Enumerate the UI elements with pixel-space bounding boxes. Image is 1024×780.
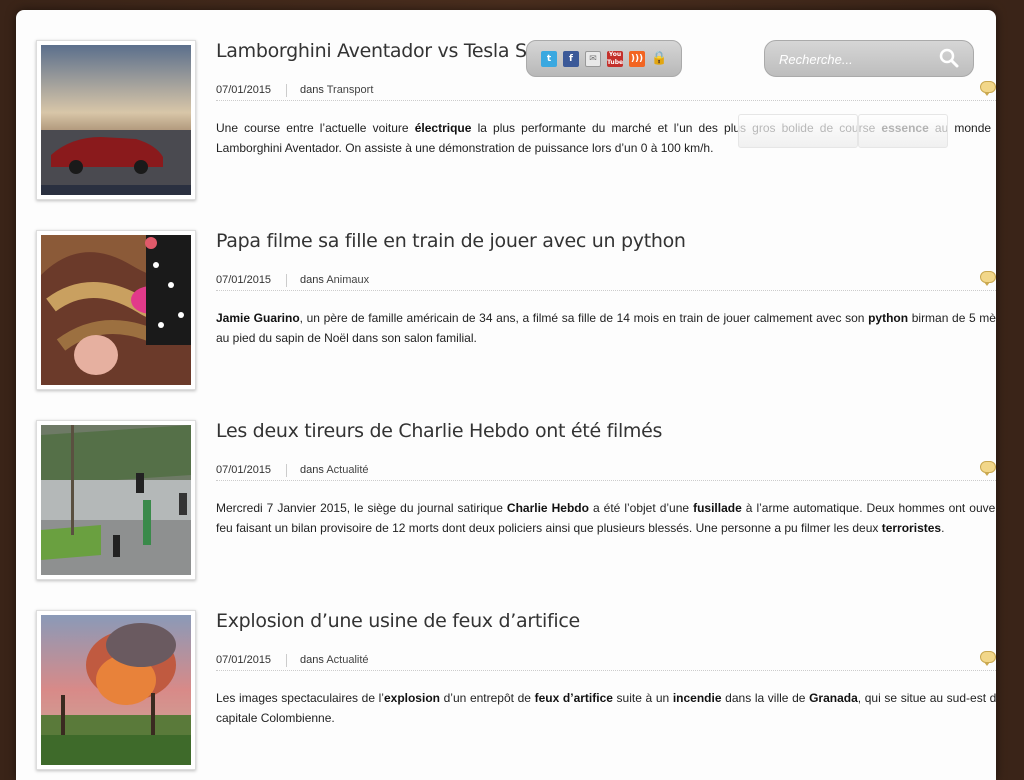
excerpt-text: Mercredi 7 Janvier 2015, le siège du jou… [216,501,507,515]
post-date: 07/01/2015 [216,464,272,476]
excerpt-text: d’un entrepôt de [439,691,535,705]
search-icon[interactable] [939,48,959,68]
category-link[interactable]: Animaux [326,274,369,286]
thumbnail-image-python [41,235,191,385]
post-title[interactable]: Papa filme sa fille en train de jouer av… [216,230,686,252]
facebook-icon[interactable]: f [563,51,579,67]
post-category-line: dans Animaux [300,274,369,286]
category-link[interactable]: Actualité [326,464,368,476]
thumbnail-image-street [41,425,191,575]
post-title[interactable]: Explosion d’une usine de feux d’artifice [216,610,580,632]
post-thumbnail[interactable] [36,610,196,770]
post-category-line: dans Actualité [300,654,369,666]
category-prefix: dans [300,274,324,286]
category-prefix: dans [300,84,324,96]
category-link[interactable]: Actualité [326,654,368,666]
post-title[interactable]: Les deux tireurs de Charlie Hebdo ont ét… [216,420,662,442]
excerpt-keyword: python [868,311,909,325]
post-category-line: dans Transport [300,84,373,96]
excerpt-text: dans la ville de [721,691,810,705]
excerpt-keyword: terroristes [881,521,942,535]
post-item: Explosion d’une usine de feux d’artifice… [16,580,996,770]
post-thumbnail[interactable] [36,230,196,390]
meta-separator [286,84,287,97]
excerpt-text: , un père de famille américain de 34 ans… [299,311,869,325]
excerpt-keyword: feux d’artifice [534,691,613,705]
post-date: 07/01/2015 [216,84,272,96]
post-date: 07/01/2015 [216,654,272,666]
category-link[interactable]: Transport [327,84,374,96]
meta-separator [286,274,287,287]
excerpt-text: a été l’objet d’une [588,501,694,515]
excerpt-keyword: fusillade [693,501,742,515]
excerpt-text: Les images spectaculaires de l’ [216,691,384,705]
post-item: Lamborghini Aventador vs Tesla S P85D 07… [16,10,996,200]
excerpt-keyword: incendie [672,691,722,705]
post-meta: 07/01/2015 dans Animaux [216,271,996,291]
post-thumbnail[interactable] [36,40,196,200]
comment-icon[interactable] [980,461,996,476]
post-meta: 07/01/2015 dans Actualité [216,651,996,671]
search-box [764,40,974,77]
comment-icon[interactable] [980,271,996,286]
post-date: 07/01/2015 [216,274,272,286]
post-meta: 07/01/2015 dans Transport [216,81,996,101]
thumbnail-image-car [41,45,191,195]
post-excerpt: Les images spectaculaires de l’explosion… [216,688,996,728]
excerpt-keyword: Jamie Guarino [216,311,300,325]
meta-separator [286,464,287,477]
excerpt-text: . [941,521,945,535]
social-bar: t f ✉ You Tube ))) 🔒 [526,40,682,77]
post-meta: 07/01/2015 dans Actualité [216,461,996,481]
excerpt-keyword: électrique [414,121,472,135]
post-item: Papa filme sa fille en train de jouer av… [16,200,996,390]
post-category-line: dans Actualité [300,464,369,476]
email-icon[interactable]: ✉ [585,51,601,67]
excerpt-keyword: Charlie Hebdo [506,501,589,515]
search-input[interactable] [777,49,931,69]
excerpt-keyword: Granada [809,691,858,705]
post-excerpt: Jamie Guarino, un père de famille améric… [216,308,996,348]
rss-icon[interactable]: ))) [629,51,645,67]
post-thumbnail[interactable] [36,420,196,580]
post-excerpt: Mercredi 7 Janvier 2015, le siège du jou… [216,498,996,538]
comment-icon[interactable] [980,81,996,96]
dropdown-button[interactable] [738,114,858,148]
excerpt-keyword: explosion [383,691,440,705]
twitter-icon[interactable]: t [541,51,557,67]
meta-separator [286,654,287,667]
excerpt-text: Une course entre l’actuelle voiture [216,121,415,135]
excerpt-text: suite à un [612,691,673,705]
comment-icon[interactable] [980,651,996,666]
content-panel: Lamborghini Aventador vs Tesla S P85D 07… [16,10,996,780]
dropdown-button[interactable] [858,114,948,148]
thumbnail-image-explosion [41,615,191,765]
youtube-icon[interactable]: You Tube [607,51,623,67]
lock-icon[interactable]: 🔒 [651,51,667,67]
category-prefix: dans [300,654,324,666]
category-prefix: dans [300,464,324,476]
post-item: Les deux tireurs de Charlie Hebdo ont ét… [16,390,996,580]
